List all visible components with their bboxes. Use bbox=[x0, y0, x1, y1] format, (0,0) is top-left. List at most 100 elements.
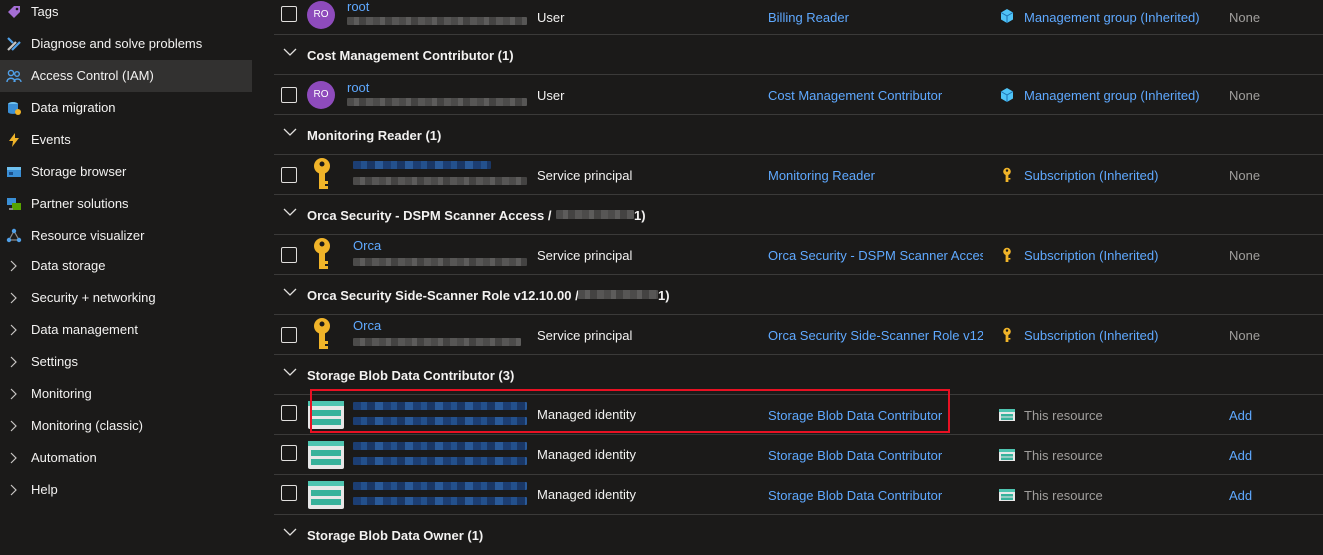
chevron-right-icon bbox=[10, 420, 17, 432]
sidebar-item-security-networking[interactable]: Security + networking bbox=[0, 282, 252, 314]
avatar: RO bbox=[307, 81, 335, 109]
sidebar-item-data-migration[interactable]: Data migration bbox=[0, 92, 252, 124]
principal-name-link[interactable]: Orca bbox=[353, 318, 381, 333]
row-checkbox[interactable] bbox=[281, 247, 297, 263]
chevron-down-icon[interactable] bbox=[283, 207, 297, 217]
table-row: RO root User Billing Reader Management g… bbox=[274, 0, 1323, 35]
management-group-icon bbox=[1000, 9, 1014, 23]
chevron-right-icon bbox=[10, 260, 17, 272]
principal-name-link[interactable]: root bbox=[347, 80, 369, 95]
row-checkbox[interactable] bbox=[281, 327, 297, 343]
sidebar-item-label: Help bbox=[31, 482, 58, 497]
visualizer-icon bbox=[6, 228, 22, 243]
redacted-text bbox=[353, 161, 491, 169]
principal-name-link[interactable]: root bbox=[347, 0, 369, 14]
group-label: Orca Security Side-Scanner Role v12.10.0… bbox=[307, 288, 579, 303]
group-row[interactable]: Storage Blob Data Owner (1) bbox=[274, 515, 1323, 555]
scope-link[interactable]: Subscription (Inherited) bbox=[1024, 328, 1158, 343]
condition-value: None bbox=[1229, 328, 1261, 343]
sidebar-item-help[interactable]: Help bbox=[0, 474, 252, 506]
wrench-icon bbox=[7, 37, 21, 51]
role-assignments-table: RO root User Billing Reader Management g… bbox=[274, 0, 1323, 543]
sidebar-item-label: Storage browser bbox=[31, 164, 127, 179]
row-checkbox[interactable] bbox=[281, 485, 297, 501]
scope-link[interactable]: Management group (Inherited) bbox=[1024, 10, 1200, 25]
sidebar-item-monitoring[interactable]: Monitoring bbox=[0, 378, 252, 410]
chevron-right-icon bbox=[10, 292, 17, 304]
group-row[interactable]: Orca Security Side-Scanner Role v12.10.0… bbox=[274, 275, 1323, 315]
group-row[interactable]: Cost Management Contributor (1) bbox=[274, 35, 1323, 75]
row-checkbox[interactable] bbox=[281, 405, 297, 421]
chevron-right-icon bbox=[10, 484, 17, 496]
redacted-text bbox=[353, 177, 527, 185]
sidebar-item-events[interactable]: Events bbox=[0, 124, 252, 156]
sidebar-item-resource-visualizer[interactable]: Resource visualizer bbox=[0, 220, 252, 252]
sidebar-item-monitoring-classic[interactable]: Monitoring (classic) bbox=[0, 410, 252, 442]
redacted-text bbox=[353, 442, 527, 450]
sidebar-item-storage-browser[interactable]: Storage browser bbox=[0, 156, 252, 188]
principal-type: Service principal bbox=[537, 168, 633, 183]
sidebar-item-label: Tags bbox=[31, 4, 59, 19]
chevron-down-icon[interactable] bbox=[283, 527, 297, 537]
key-icon bbox=[314, 238, 330, 269]
sidebar-item-label: Partner solutions bbox=[31, 196, 129, 211]
people-icon bbox=[6, 69, 22, 83]
role-link[interactable]: Monitoring Reader bbox=[768, 168, 990, 183]
principal-type: Managed identity bbox=[537, 447, 637, 462]
group-row[interactable]: Orca Security - DSPM Scanner Access / 1) bbox=[274, 195, 1323, 235]
sidebar-item-settings[interactable]: Settings bbox=[0, 346, 252, 378]
sidebar-item-diagnose[interactable]: Diagnose and solve problems bbox=[0, 28, 252, 60]
redacted-text bbox=[353, 258, 527, 266]
sidebar-item-partner-solutions[interactable]: Partner solutions bbox=[0, 188, 252, 220]
row-checkbox[interactable] bbox=[281, 87, 297, 103]
table-row: Orca Service principal Orca Security - D… bbox=[274, 235, 1323, 275]
scope-link[interactable]: Management group (Inherited) bbox=[1024, 88, 1200, 103]
row-checkbox[interactable] bbox=[281, 445, 297, 461]
redacted-text bbox=[353, 402, 527, 410]
row-checkbox[interactable] bbox=[281, 6, 297, 22]
sidebar-item-tags[interactable]: Tags bbox=[0, 0, 252, 28]
principal-type: User bbox=[537, 10, 565, 25]
chevron-down-icon[interactable] bbox=[283, 367, 297, 377]
key-icon bbox=[1003, 247, 1011, 262]
role-link[interactable]: Billing Reader bbox=[768, 10, 990, 25]
principal-name-link[interactable]: Orca bbox=[353, 238, 381, 253]
add-condition-link[interactable]: Add bbox=[1229, 448, 1252, 463]
sidebar-item-data-management[interactable]: Data management bbox=[0, 314, 252, 346]
sidebar-item-access-control[interactable]: Access Control (IAM) bbox=[0, 60, 252, 92]
chevron-right-icon bbox=[10, 324, 17, 336]
role-link[interactable]: Cost Management Contributor bbox=[768, 88, 990, 103]
chevron-down-icon[interactable] bbox=[283, 287, 297, 297]
condition-value: None bbox=[1229, 168, 1261, 183]
role-link[interactable]: Orca Security - DSPM Scanner Access bbox=[768, 248, 983, 263]
scope-link[interactable]: Subscription (Inherited) bbox=[1024, 248, 1158, 263]
role-link[interactable]: Storage Blob Data Contributor bbox=[768, 408, 990, 423]
group-label: Storage Blob Data Contributor (3) bbox=[307, 368, 515, 383]
scope-link[interactable]: Subscription (Inherited) bbox=[1024, 168, 1158, 183]
chevron-right-icon bbox=[10, 452, 17, 464]
storage-account-icon bbox=[999, 449, 1015, 461]
group-row[interactable]: Storage Blob Data Contributor (3) bbox=[274, 355, 1323, 395]
storage-browser-icon bbox=[7, 167, 21, 177]
sidebar-item-automation[interactable]: Automation bbox=[0, 442, 252, 474]
group-row[interactable]: Monitoring Reader (1) bbox=[274, 115, 1323, 155]
redacted-text bbox=[578, 290, 658, 299]
sidebar-item-label: Settings bbox=[31, 354, 78, 369]
key-icon bbox=[1003, 327, 1011, 342]
chevron-down-icon[interactable] bbox=[283, 127, 297, 137]
chevron-right-icon bbox=[10, 356, 17, 368]
group-label-suffix: 1) bbox=[658, 288, 670, 303]
role-link[interactable]: Storage Blob Data Contributor bbox=[768, 448, 990, 463]
role-link[interactable]: Storage Blob Data Contributor bbox=[768, 488, 990, 503]
table-row: Orca Service principal Orca Security Sid… bbox=[274, 315, 1323, 355]
add-condition-link[interactable]: Add bbox=[1229, 408, 1252, 423]
sidebar-item-label: Access Control (IAM) bbox=[31, 68, 154, 83]
row-checkbox[interactable] bbox=[281, 167, 297, 183]
sidebar-item-data-storage[interactable]: Data storage bbox=[0, 250, 252, 282]
condition-value: None bbox=[1229, 88, 1261, 103]
add-condition-link[interactable]: Add bbox=[1229, 488, 1252, 503]
chevron-down-icon[interactable] bbox=[283, 47, 297, 57]
scope-value: This resource bbox=[1024, 448, 1103, 463]
storage-account-icon bbox=[999, 489, 1015, 501]
role-link[interactable]: Orca Security Side-Scanner Role v12.10.0… bbox=[768, 328, 983, 343]
